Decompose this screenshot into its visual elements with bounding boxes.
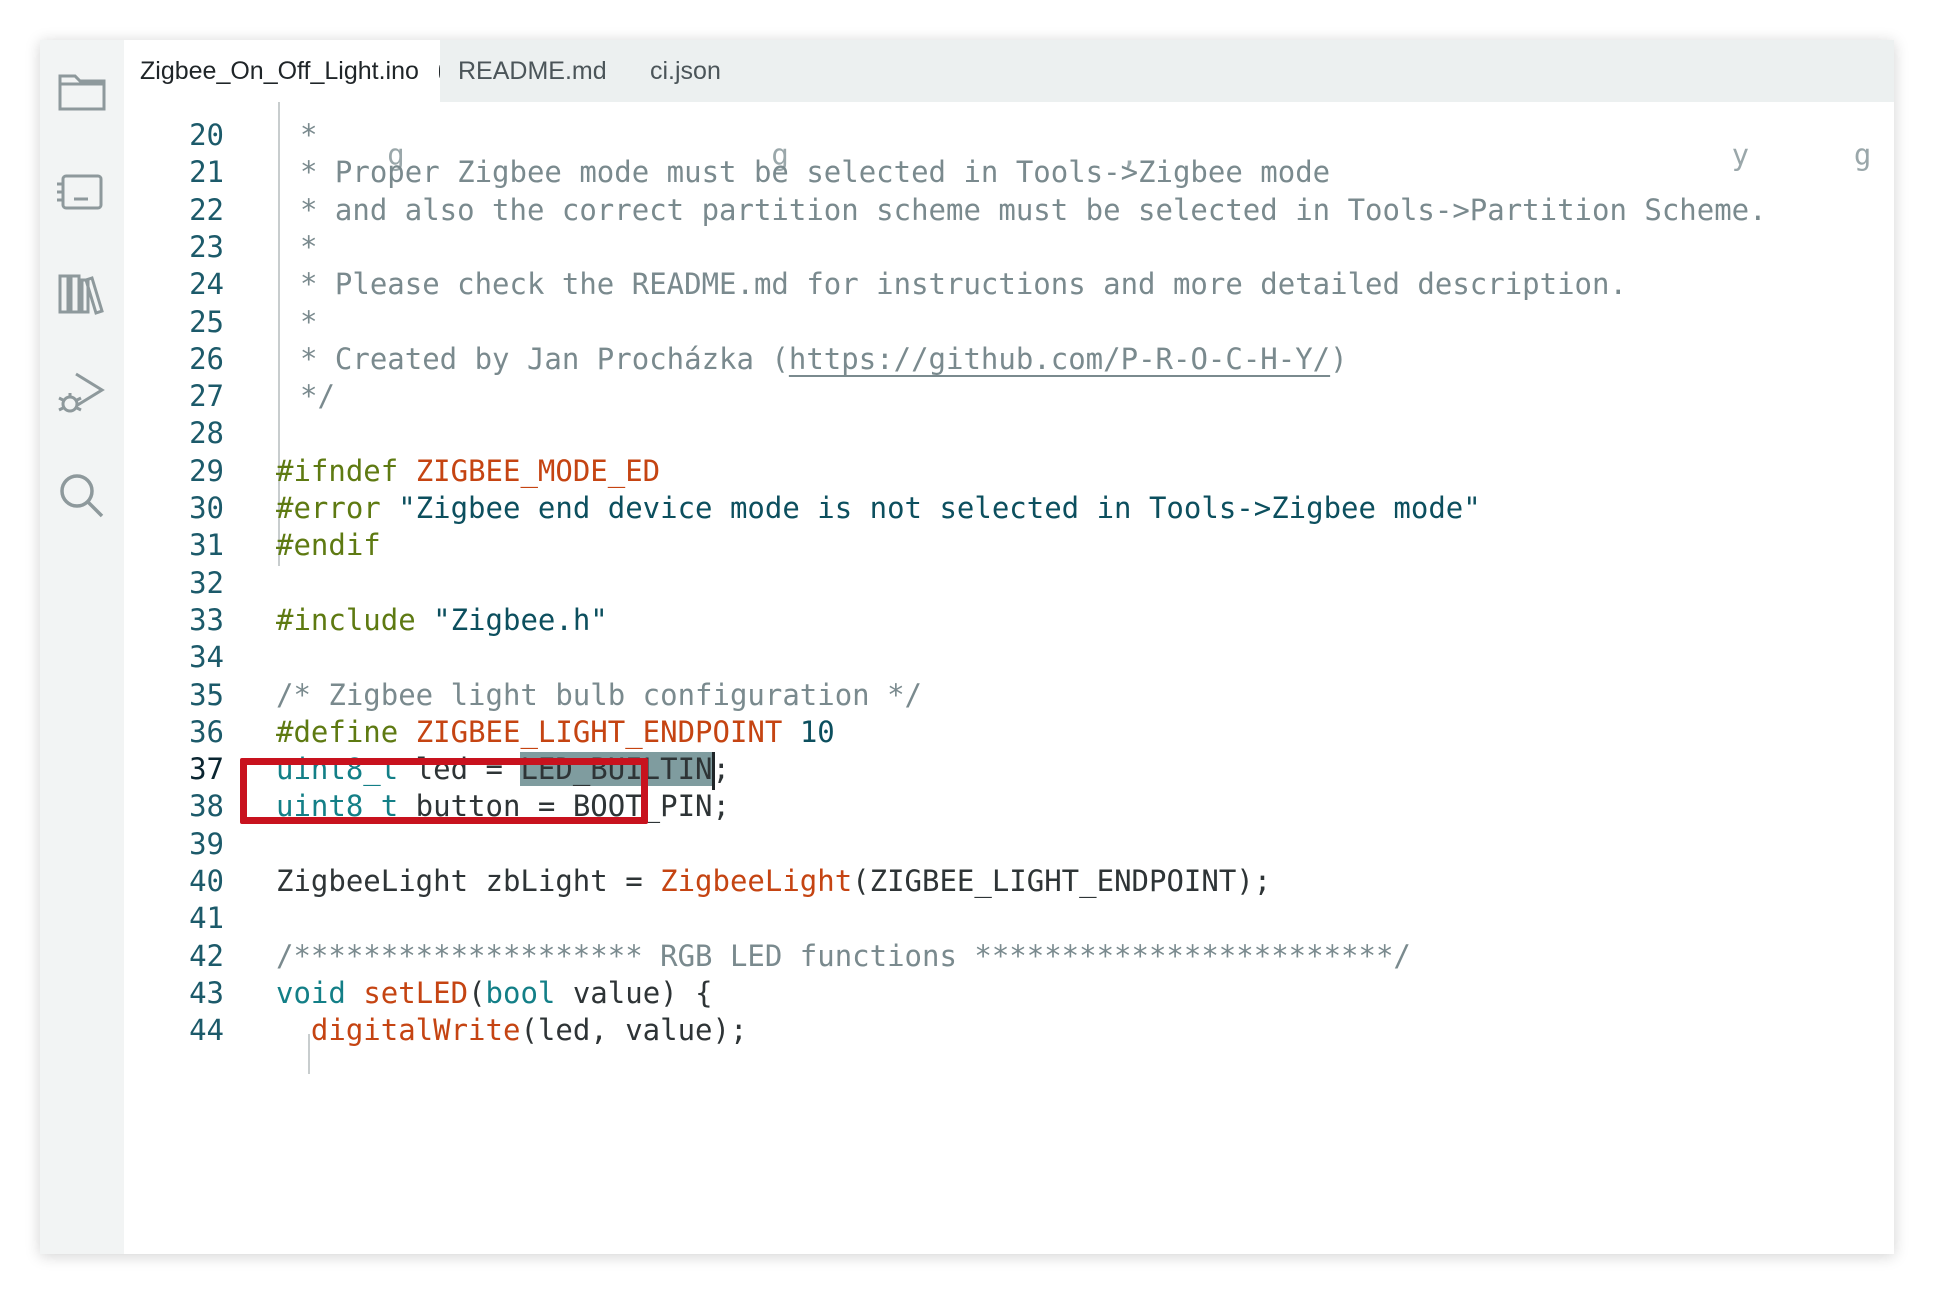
- code-token: digitalWrite: [310, 1013, 521, 1048]
- arduino-ide-window: Zigbee_On_Off_Light.ino README.md ci.jso…: [40, 40, 1894, 1254]
- code-token: /******************** RGB LED functions …: [276, 938, 1411, 973]
- code-link[interactable]: https://github.com/P-R-O-C-H-Y/: [789, 342, 1330, 376]
- code-token: value) {: [555, 975, 713, 1010]
- tab-readme-md[interactable]: README.md: [440, 40, 630, 102]
- search-icon[interactable]: [50, 464, 114, 528]
- code-token: * and also the correct partition scheme …: [300, 192, 1767, 227]
- debug-icon[interactable]: [50, 362, 114, 426]
- selected-text: LED_BUILTIN: [520, 752, 713, 787]
- code-token: uint8_t: [276, 789, 399, 824]
- code-token: void: [276, 975, 346, 1010]
- board-manager-icon[interactable]: [50, 160, 114, 224]
- code-token: * Please check the README.md for instruc…: [300, 267, 1627, 302]
- code-token: #ifndef: [276, 453, 416, 488]
- code-token: ZIGBEE_MODE_ED: [415, 453, 661, 488]
- code-token: bool: [485, 975, 556, 1010]
- code-token: button = BOOT_PIN;: [398, 789, 730, 824]
- line-number: 44: [189, 1013, 224, 1048]
- code-token: 10: [799, 714, 835, 749]
- code-token: * Proper Zigbee mode must be selected in…: [300, 155, 1331, 190]
- tab-label: README.md: [458, 56, 607, 85]
- code-token: ZIGBEE_LIGHT_ENDPOINT: [415, 714, 783, 749]
- code-token: (: [468, 975, 486, 1010]
- folder-icon[interactable]: [50, 58, 114, 122]
- code-editor[interactable]: g g , y g 20 * 21 * Proper Zigbee mode must…: [124, 102, 1894, 1254]
- tab-label: ci.json: [650, 56, 721, 85]
- code-token: ZigbeeLight zbLight =: [276, 864, 661, 898]
- code-token: * Created by Jan Procházka (: [300, 341, 789, 376]
- code-token: #include: [276, 602, 434, 637]
- indent-guide: [308, 1034, 310, 1074]
- code-token: */: [300, 379, 335, 414]
- code-token: /* Zigbee light bulb configuration */: [276, 677, 923, 712]
- editor-tab-bar: Zigbee_On_Off_Light.ino README.md ci.jso…: [124, 40, 1894, 102]
- code-token: *: [300, 229, 318, 264]
- code-token: ;: [712, 752, 730, 787]
- code-token: ZigbeeLight: [660, 864, 853, 898]
- library-manager-icon[interactable]: [50, 262, 114, 326]
- code-token: *: [300, 118, 318, 152]
- code-token: (ZIGBEE_LIGHT_ENDPOINT);: [852, 864, 1272, 898]
- code-line[interactable]: 44 digitalWrite(led, value);: [124, 1007, 1894, 1053]
- code-token: "Zigbee.h": [433, 602, 608, 637]
- code-token: setLED: [363, 975, 469, 1010]
- code-token: uint8_t: [276, 752, 399, 787]
- tab-zigbee-on-off-light-ino[interactable]: Zigbee_On_Off_Light.ino: [124, 40, 440, 102]
- code-token: *: [300, 304, 318, 339]
- code-token: #error: [276, 491, 399, 525]
- code-token: #define: [276, 714, 416, 749]
- activity-bar: [40, 40, 124, 1254]
- code-token: (led, value);: [520, 1013, 748, 1048]
- code-token: ): [1330, 341, 1348, 376]
- tab-ci-json[interactable]: ci.json: [632, 40, 752, 102]
- tab-label: Zigbee_On_Off_Light.ino: [140, 56, 419, 85]
- code-token: #endif: [276, 528, 381, 563]
- code-token: led =: [398, 752, 521, 787]
- line-content: digitalWrite(led, value);: [276, 1007, 748, 1053]
- code-token: "Zigbee end device mode is not selected …: [398, 491, 1481, 525]
